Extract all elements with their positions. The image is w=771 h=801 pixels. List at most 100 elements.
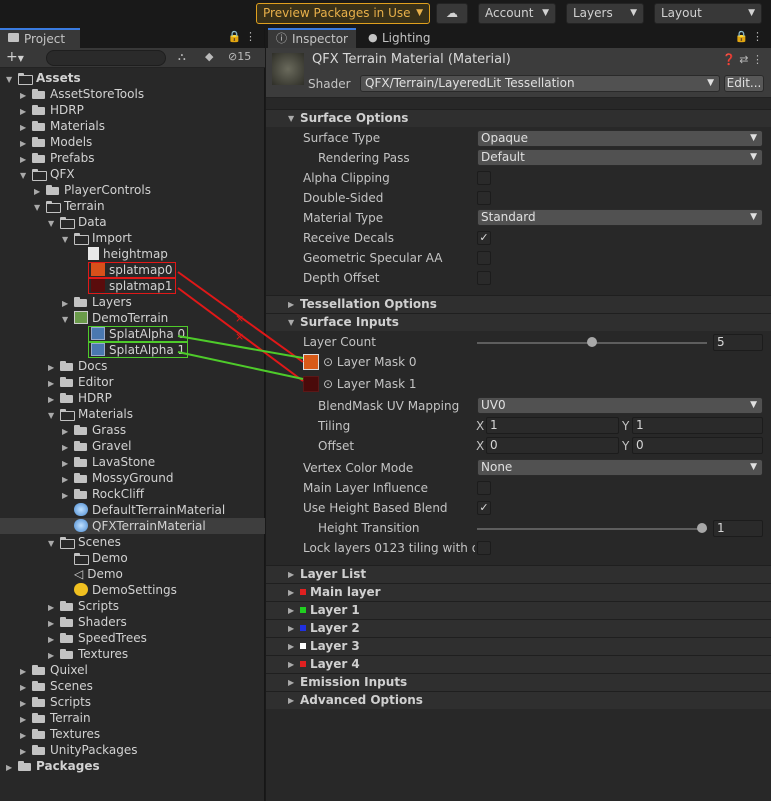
tree-item[interactable]: ▼ Terrain: [34, 198, 105, 214]
tree-item[interactable]: ▶ Packages: [6, 758, 100, 774]
tree-item[interactable]: ▶ LavaStone: [62, 454, 155, 470]
alpha-clipping-checkbox[interactable]: [477, 171, 491, 185]
tree-item[interactable]: ▶ HDRP: [20, 102, 84, 118]
tree-item[interactable]: ▶ Materials: [20, 118, 105, 134]
tree-item[interactable]: SplatAlpha 0: [76, 326, 189, 342]
preview-packages-button[interactable]: Preview Packages in Use ▼: [256, 3, 430, 24]
object-picker-icon[interactable]: ⊙: [323, 355, 333, 369]
tree-item[interactable]: ▶ MossyGround: [62, 470, 173, 486]
tree-item[interactable]: splatmap1: [76, 278, 176, 294]
tree-item[interactable]: ▼ Data: [48, 214, 107, 230]
tree-item[interactable]: heightmap: [76, 246, 168, 262]
layer-count-field[interactable]: 5: [713, 334, 763, 351]
lock-layers-tiling-checkbox[interactable]: [477, 541, 491, 555]
tree-item[interactable]: ▶ AssetStoreTools: [20, 86, 144, 102]
tree-item[interactable]: QFXTerrainMaterial: [0, 518, 265, 534]
tree-item[interactable]: ▶ Scripts: [20, 694, 91, 710]
tree-item[interactable]: ▼ Materials: [48, 406, 133, 422]
tree-item[interactable]: ▼ Scenes: [48, 534, 121, 550]
tree-item[interactable]: ▶ HDRP: [48, 390, 112, 406]
layer-count-slider-handle[interactable]: [587, 337, 597, 347]
tree-item[interactable]: ◁ Demo: [62, 566, 123, 582]
advanced-options-header[interactable]: ▶ Advanced Options: [266, 691, 771, 709]
blendmask-uv-mapping-dropdown[interactable]: UV0 ▼: [477, 397, 763, 414]
foldout-open-icon[interactable]: ▼: [48, 408, 60, 424]
offset-x-field[interactable]: 0: [486, 437, 619, 454]
tree-item[interactable]: ▼ Assets: [6, 70, 81, 86]
offset-y-field[interactable]: 0: [632, 437, 763, 454]
tree-item[interactable]: ▶ PlayerControls: [34, 182, 151, 198]
layer-header[interactable]: ▶ Main layer: [266, 583, 771, 601]
tab-project[interactable]: Project: [0, 28, 80, 48]
tree-item[interactable]: ▶ Docs: [48, 358, 107, 374]
foldout-open-icon[interactable]: ▼: [62, 232, 74, 248]
main-layer-influence-checkbox[interactable]: [477, 481, 491, 495]
layer-mask-0-texture-slot[interactable]: [303, 354, 319, 370]
tree-item[interactable]: DemoSettings: [62, 582, 177, 598]
double-sided-checkbox[interactable]: [477, 191, 491, 205]
geometric-specular-aa-checkbox[interactable]: [477, 251, 491, 265]
height-transition-slider-handle[interactable]: [697, 523, 707, 533]
tree-item[interactable]: ▶ Scripts: [48, 598, 119, 614]
surface-type-dropdown[interactable]: Opaque ▼: [477, 130, 763, 147]
material-type-dropdown[interactable]: Standard ▼: [477, 209, 763, 226]
layer-mask-1-texture-slot[interactable]: [303, 376, 319, 392]
hidden-packages-icon[interactable]: ⊘15: [228, 50, 251, 63]
surface-options-header[interactable]: ▼ Surface Options: [266, 109, 771, 127]
tree-item[interactable]: ▶ Textures: [48, 646, 128, 662]
tree-item[interactable]: ▶ Models: [20, 134, 92, 150]
edit-shader-button[interactable]: Edit...: [724, 75, 764, 92]
account-dropdown[interactable]: Account ▼: [478, 3, 556, 24]
foldout-open-icon[interactable]: ▼: [48, 216, 60, 232]
rendering-pass-dropdown[interactable]: Default ▼: [477, 149, 763, 166]
tree-item[interactable]: ▼ QFX: [20, 166, 75, 182]
help-icon[interactable]: ❓: [722, 53, 736, 66]
filter-by-label-icon[interactable]: ◆: [205, 50, 213, 63]
tree-item[interactable]: ▶ SpeedTrees: [48, 630, 147, 646]
add-asset-button[interactable]: +▼: [6, 49, 24, 65]
header-icons[interactable]: ❓ ⇄ ⋮: [722, 53, 763, 66]
tree-item[interactable]: ▶ Prefabs: [20, 150, 95, 166]
tree-item[interactable]: ▶ Quixel: [20, 662, 88, 678]
tree-item[interactable]: ▶ Shaders: [48, 614, 127, 630]
foldout-closed-icon[interactable]: ▶: [6, 760, 18, 776]
layer-header[interactable]: ▶ Layer 4: [266, 655, 771, 673]
height-based-blend-checkbox[interactable]: ✓: [477, 501, 491, 515]
tree-item[interactable]: ▶ Terrain: [20, 710, 91, 726]
tree-item[interactable]: ▶ Grass: [62, 422, 126, 438]
receive-decals-checkbox[interactable]: ✓: [477, 231, 491, 245]
tab-inspector[interactable]: ⓘ Inspector: [268, 28, 356, 48]
vertex-color-mode-dropdown[interactable]: None ▼: [477, 459, 763, 476]
surface-inputs-header[interactable]: ▼ Surface Inputs: [266, 313, 771, 331]
tab-lighting[interactable]: ● Lighting: [358, 28, 448, 48]
layout-dropdown[interactable]: Layout ▼: [654, 3, 762, 24]
tree-item[interactable]: ▶ RockCliff: [62, 486, 144, 502]
layer-list-header[interactable]: ▶ Layer List: [266, 565, 771, 583]
tiling-y-field[interactable]: 1: [632, 417, 763, 434]
tree-item[interactable]: SplatAlpha 1: [76, 342, 189, 358]
panel-menu-icons[interactable]: 🔒 ⋮: [228, 30, 256, 43]
object-picker-icon[interactable]: ⊙: [323, 377, 333, 391]
emission-inputs-header[interactable]: ▶ Emission Inputs: [266, 673, 771, 691]
tree-item[interactable]: ▶ UnityPackages: [20, 742, 138, 758]
more-options-icon[interactable]: ⋮: [752, 53, 763, 66]
layers-dropdown[interactable]: Layers ▼: [566, 3, 644, 24]
tree-item[interactable]: ▼ Import: [62, 230, 132, 246]
tree-item[interactable]: splatmap0: [76, 262, 176, 278]
tree-item[interactable]: ▼ DemoTerrain: [62, 310, 168, 326]
search-input[interactable]: [46, 50, 166, 66]
tree-item[interactable]: ▶ Layers: [62, 294, 132, 310]
tree-item[interactable]: DefaultTerrainMaterial: [62, 502, 225, 518]
tree-item[interactable]: ▶ Editor: [48, 374, 114, 390]
foldout-open-icon[interactable]: ▼: [20, 168, 32, 184]
layer-header[interactable]: ▶ Layer 3: [266, 637, 771, 655]
tree-item[interactable]: ▶ Gravel: [62, 438, 131, 454]
shader-dropdown[interactable]: QFX/Terrain/LayeredLit Tessellation ▼: [360, 75, 720, 92]
tree-item[interactable]: ▶ Scenes: [20, 678, 93, 694]
foldout-open-icon[interactable]: ▼: [48, 536, 60, 552]
filter-by-type-icon[interactable]: ⛬: [178, 50, 186, 64]
tessellation-options-header[interactable]: ▶ Tessellation Options: [266, 295, 771, 313]
tree-item[interactable]: Demo: [62, 550, 128, 566]
tree-item[interactable]: ▶ Textures: [20, 726, 100, 742]
depth-offset-checkbox[interactable]: [477, 271, 491, 285]
